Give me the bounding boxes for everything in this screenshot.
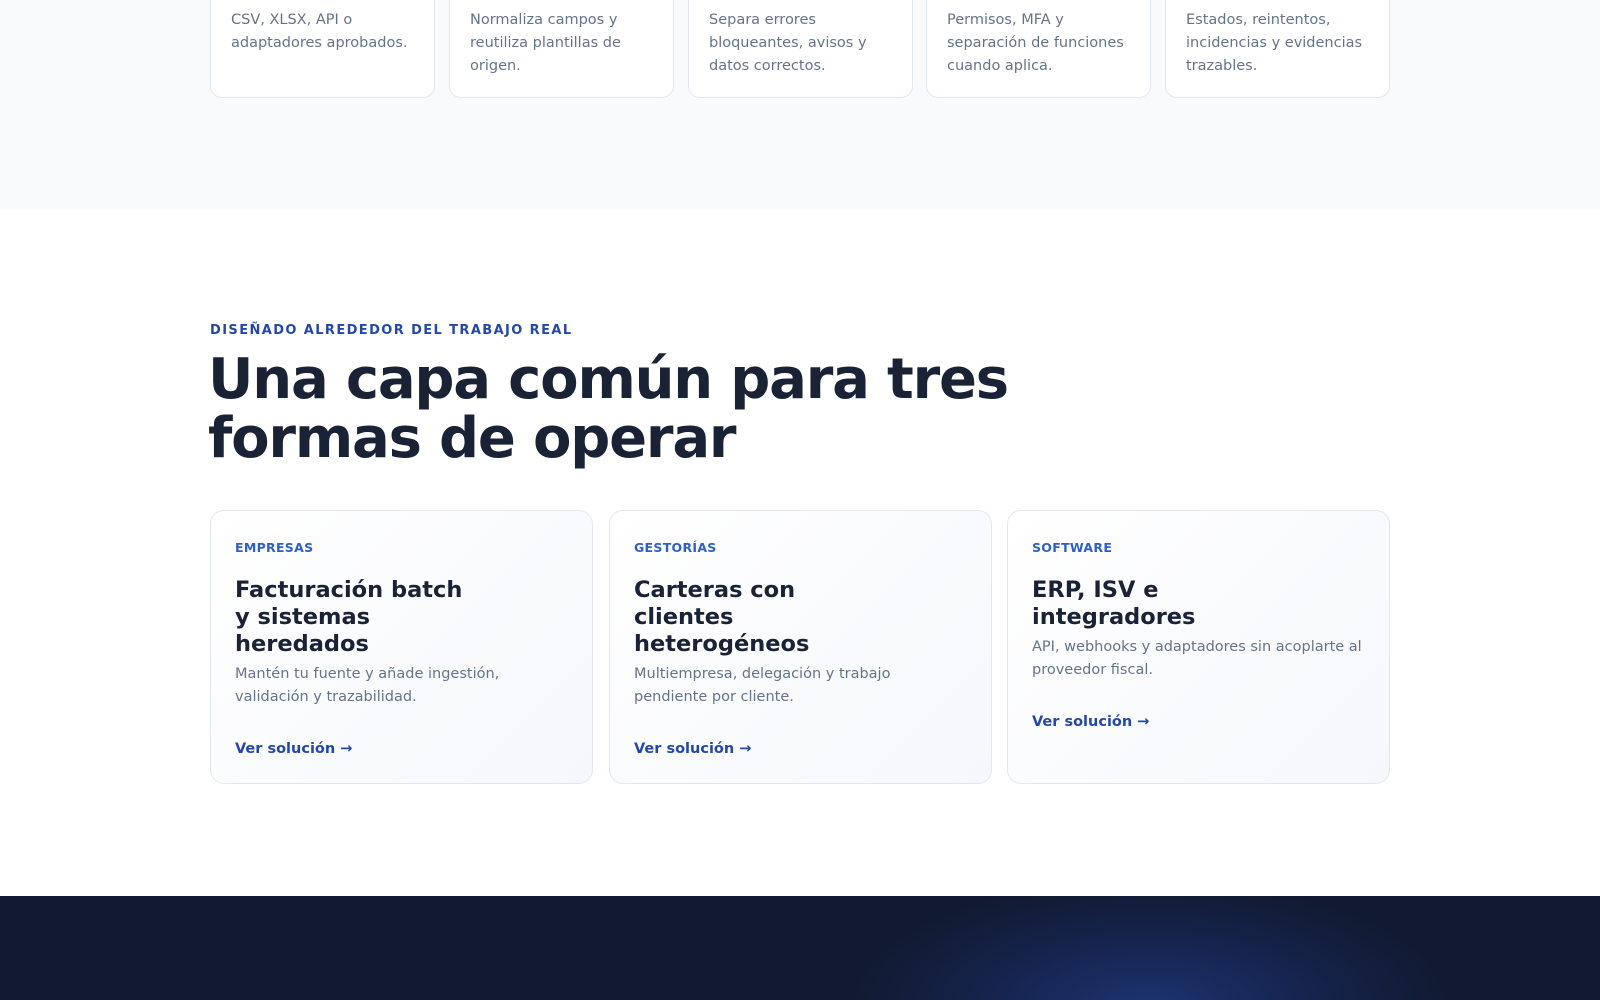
solution-description: Multiempresa, delegación y trabajo pendi… xyxy=(634,666,891,705)
step-description: CSV, XLSX, API o adaptadores aprobados. xyxy=(231,12,408,51)
step-description: Separa errores bloqueantes, avisos y dat… xyxy=(709,12,867,74)
solution-tag: GESTORÍAS xyxy=(634,540,717,555)
step-description: Estados, reintentos, incidencias y evide… xyxy=(1186,12,1363,74)
solution-description: Mantén tu fuente y añade ingestión, vali… xyxy=(235,666,500,705)
view-solution-link[interactable]: Ver solución → xyxy=(235,741,352,757)
process-steps-section: CSV, XLSX, API o adaptadores aprobados. … xyxy=(0,0,1600,210)
dark-cta-section xyxy=(0,896,1600,1000)
section-title-line2: formas de operar xyxy=(208,406,737,471)
solution-card-software: SOFTWARE ERP, ISV e integradores API, we… xyxy=(1007,510,1390,784)
solution-tag: SOFTWARE xyxy=(1032,540,1113,555)
solution-card-gestorias: GESTORÍAS Carteras con clientes heterogé… xyxy=(609,510,992,784)
step-description: Permisos, MFA y separación de funciones … xyxy=(947,12,1124,74)
view-solution-link[interactable]: Ver solución → xyxy=(1032,714,1149,730)
solution-tag: EMPRESAS xyxy=(235,540,314,555)
section-title-line1: Una capa común para tres xyxy=(208,347,1009,412)
step-card-normalize: Normaliza campos y reutiliza plantillas … xyxy=(449,0,674,98)
solution-title: Carteras con clientes heterogéneos xyxy=(634,577,810,657)
view-solution-link[interactable]: Ver solución → xyxy=(634,741,751,757)
solution-description: API, webhooks y adaptadores sin acoplart… xyxy=(1032,639,1362,678)
step-card-traceability: Estados, reintentos, incidencias y evide… xyxy=(1165,0,1390,98)
section-title: Una capa común para tres formas de opera… xyxy=(208,350,1108,468)
step-card-validate: Separa errores bloqueantes, avisos y dat… xyxy=(688,0,913,98)
solution-title: Facturación batch y sistemas heredados xyxy=(235,577,463,657)
solution-title: ERP, ISV e integradores xyxy=(1032,577,1196,630)
section-eyebrow: DISEÑADO ALREDEDOR DEL TRABAJO REAL xyxy=(210,323,573,338)
step-card-permissions: Permisos, MFA y separación de funciones … xyxy=(926,0,1151,98)
step-card-ingest: CSV, XLSX, API o adaptadores aprobados. xyxy=(210,0,435,98)
step-description: Normaliza campos y reutiliza plantillas … xyxy=(470,12,621,74)
solution-card-empresas: EMPRESAS Facturación batch y sistemas he… xyxy=(210,510,593,784)
